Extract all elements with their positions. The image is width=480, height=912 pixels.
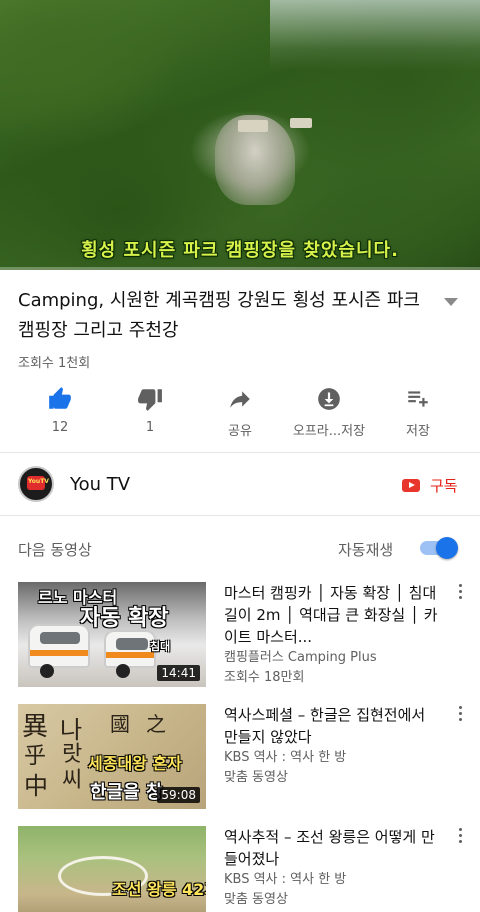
save-button[interactable]: 저장 [378, 382, 458, 442]
thumb-caption-main: 조선 왕릉 42기 [112, 880, 206, 899]
autoplay-toggle[interactable] [420, 537, 458, 559]
autoplay-label: 자동재생 [338, 541, 394, 559]
divider [0, 515, 480, 516]
calligraphy-glyph: 中 [24, 772, 48, 800]
toggle-knob [436, 537, 458, 559]
thumbs-up-icon [49, 387, 71, 409]
video-duration: 14:41 [157, 665, 200, 681]
channel-name[interactable]: You TV [70, 474, 130, 495]
video-duration: 59:08 [157, 787, 200, 803]
download-button[interactable]: 오프라...저장 [289, 382, 369, 442]
share-label: 공유 [228, 424, 252, 439]
video-item-title: 역사스페셜 – 한글은 집현전에서 만들지 않았다 [224, 706, 426, 746]
playlist-add-icon [408, 391, 428, 407]
video-title: Camping, 시원한 계곡캠핑 강원도 횡성 포시즌 파크 캠핑장 그리고 … [18, 290, 420, 341]
video-thumbnail[interactable]: 르노 마스터 자동 확장 침대 14:41 [18, 582, 206, 687]
thumbs-down-icon [138, 389, 162, 411]
more-options-icon[interactable] [456, 706, 464, 726]
video-item-title: 마스터 캠핑카 │ 자동 확장 │ 침대 길이 2m │ 역대급 큰 화장실 │… [224, 584, 438, 646]
like-count: 12 [51, 420, 69, 435]
more-options-icon[interactable] [456, 828, 464, 848]
progress-bar[interactable] [0, 267, 480, 270]
video-meta: 역사추적 – 조선 왕릉은 어떻게 만들어졌나 KBS 역사 : 역사 한 방 … [224, 826, 439, 910]
like-button[interactable]: 12 [20, 382, 100, 442]
video-thumbnail[interactable]: 조선 왕릉 42기 [18, 826, 206, 912]
video-item-sub: 맞춤 동영상 [224, 892, 288, 907]
camp-building [238, 120, 268, 132]
camp-building [290, 118, 312, 128]
chevron-down-icon[interactable] [442, 296, 460, 308]
subscribe-button[interactable]: 구독 [402, 474, 458, 496]
action-row: 12 1 공유 오프라...저장 저장 [0, 382, 480, 442]
trailer-image [104, 630, 156, 668]
save-label: 저장 [406, 424, 430, 439]
list-item[interactable]: 異 乎 中 나 랏 씨 國 之 세종대왕 혼자 한글을 창 59:08 역사스페… [0, 704, 480, 814]
share-button[interactable]: 공유 [200, 382, 280, 442]
channel-avatar[interactable]: YouTV [18, 466, 54, 502]
download-label: 오프라...저장 [292, 424, 366, 439]
list-item[interactable]: 르노 마스터 자동 확장 침대 14:41 마스터 캠핑카 │ 자동 확장 │ … [0, 582, 480, 692]
subscribe-label: 구독 [430, 476, 458, 495]
thumb-caption-main: 한글을 창 [90, 782, 163, 803]
view-count: 조회수 1천회 [18, 356, 91, 371]
youtube-play-icon [402, 478, 420, 492]
calligraphy-glyph: 之 [146, 712, 166, 736]
share-icon [230, 391, 250, 408]
video-item-sub: 맞춤 동영상 [224, 770, 288, 785]
video-item-channel: KBS 역사 : 역사 한 방 [224, 750, 347, 765]
calligraphy-glyph: 씨 [62, 768, 83, 793]
video-item-channel: 캠핑플러스 Camping Plus [224, 650, 377, 665]
video-subtitle: 횡성 포시즌 파크 캠핑장을 찾았습니다. [81, 240, 399, 261]
video-item-channel: KBS 역사 : 역사 한 방 [224, 872, 347, 887]
mountain-mist [270, 0, 480, 70]
video-meta: 마스터 캠핑카 │ 자동 확장 │ 침대 길이 2m │ 역대급 큰 화장실 │… [224, 582, 439, 688]
dislike-count: 1 [145, 420, 155, 435]
avatar-logo-text: YouTV [28, 478, 49, 485]
thumb-caption-main: 자동 확장 [80, 606, 169, 631]
video-player[interactable]: 횡성 포시즌 파크 캠핑장을 찾았습니다. [0, 0, 480, 270]
up-next-label: 다음 동영상 [18, 541, 92, 559]
divider [0, 452, 480, 453]
dislike-button[interactable]: 1 [110, 382, 190, 442]
thumb-caption-top: 세종대왕 혼자 [88, 754, 182, 773]
more-options-icon[interactable] [456, 584, 464, 604]
video-meta: 역사스페셜 – 한글은 집현전에서 만들지 않았다 KBS 역사 : 역사 한 … [224, 704, 439, 788]
video-title-block: Camping, 시원한 계곡캠핑 강원도 횡성 포시즌 파크 캠핑장 그리고 … [18, 286, 438, 346]
list-item[interactable]: 조선 왕릉 42기 역사추적 – 조선 왕릉은 어떻게 만들어졌나 KBS 역사… [0, 826, 480, 912]
calligraphy-glyph: 國 [110, 712, 130, 736]
download-icon [318, 388, 340, 410]
thumb-caption-side: 침대 [150, 640, 171, 653]
video-item-title: 역사추적 – 조선 왕릉은 어떻게 만들어졌나 [224, 828, 435, 868]
video-item-views: 조회수 18만회 [224, 670, 305, 685]
video-thumbnail[interactable]: 異 乎 中 나 랏 씨 國 之 세종대왕 혼자 한글을 창 59:08 [18, 704, 206, 809]
